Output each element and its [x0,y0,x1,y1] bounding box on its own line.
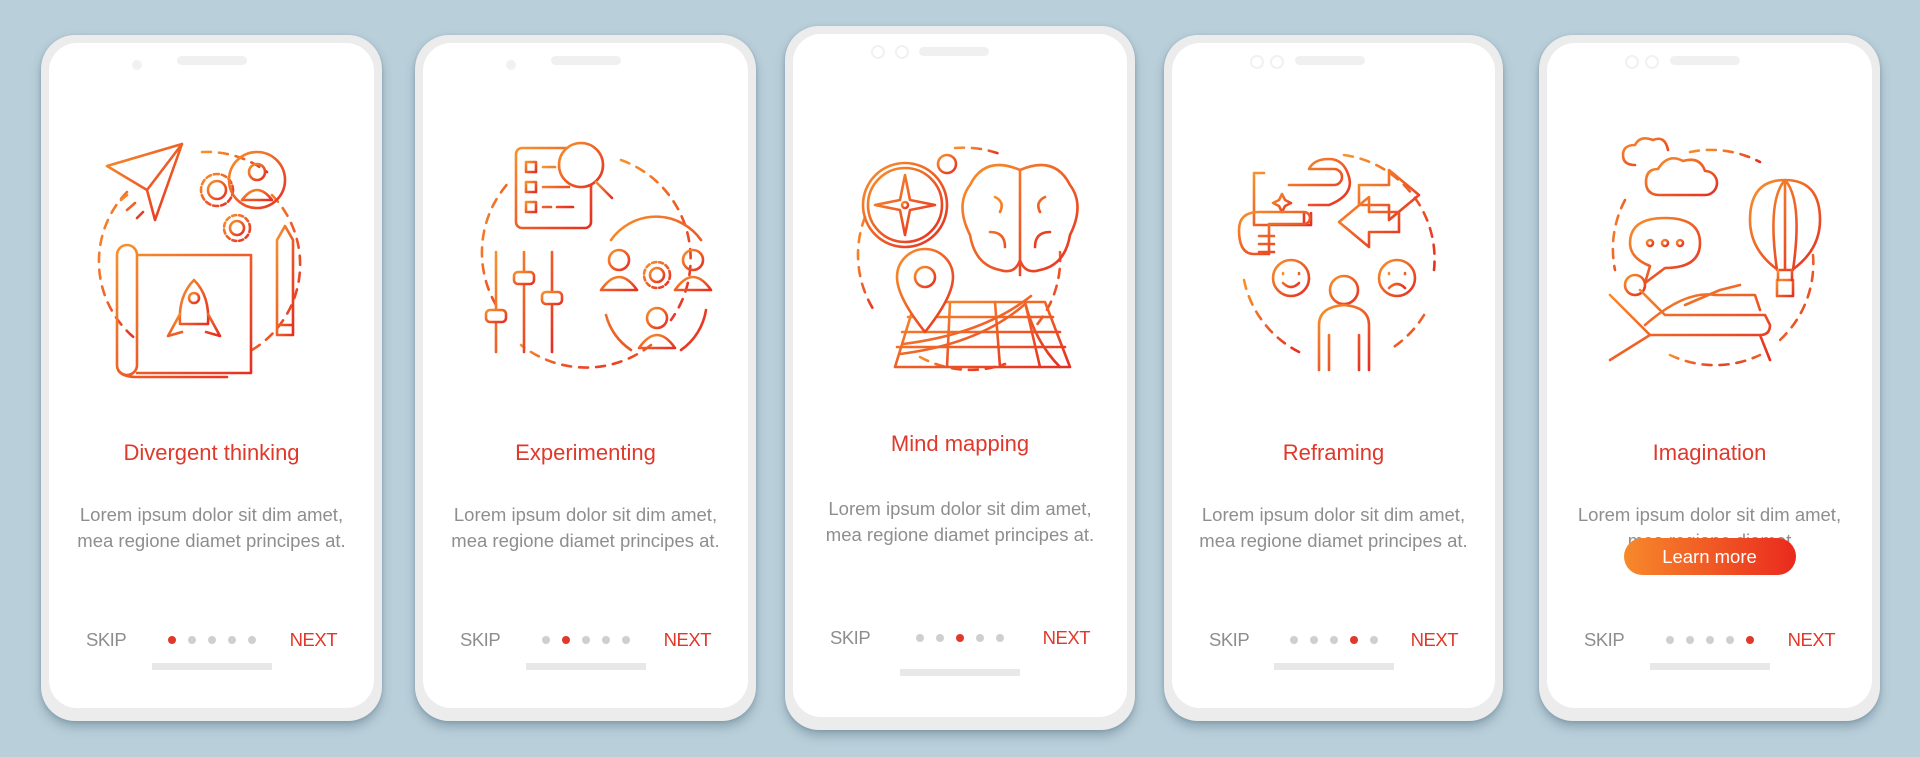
imagination-icon [1595,137,1825,370]
mind-mapping-icon [845,142,1079,372]
skip-button[interactable]: SKIP [86,629,127,651]
phone-screen: Imagination Lorem ipsum dolor sit dim am… [1547,43,1872,708]
front-camera [1625,55,1639,69]
screen-description: Lorem ipsum dolor sit dim amet, mea regi… [825,498,1095,545]
onboarding-screen-divergent-thinking: Divergent thinking Lorem ipsum dolor sit… [41,35,382,721]
learn-more-button[interactable]: Learn more [1623,538,1796,575]
page-dot[interactable] [207,636,216,644]
pagination-dots [167,636,256,644]
front-sensor [1270,55,1284,69]
next-button[interactable]: NEXT [1043,627,1091,649]
home-indicator [1273,663,1394,670]
speaker-grille [551,56,621,65]
home-indicator [1649,663,1770,670]
reframing-icon [1219,140,1449,372]
page-dot-active[interactable] [1349,636,1358,644]
next-button[interactable]: NEXT [1788,629,1836,651]
page-dot[interactable] [1705,636,1714,644]
pagination-dots [916,634,1004,642]
screen-description: Lorem ipsum dolor sit dim amet, mea regi… [451,504,720,551]
onboarding-screen-reframing: Reframing Lorem ipsum dolor sit dim amet… [1164,35,1503,721]
front-camera [506,60,516,70]
page-dot[interactable] [936,634,944,642]
home-indicator [151,663,272,670]
skip-button[interactable]: SKIP [460,629,501,651]
screen-title: Imagination [1652,440,1767,465]
page-dot[interactable] [187,636,196,644]
onboarding-screen-imagination: Imagination Lorem ipsum dolor sit dim am… [1539,35,1880,721]
pagination-dots [1289,636,1378,644]
page-dot[interactable] [976,634,984,642]
screen-title: Experimenting [515,440,656,465]
page-dot[interactable] [1685,636,1694,644]
screen-description: Lorem ipsum dolor sit dim amet, mea regi… [1199,504,1468,551]
page-dot[interactable] [621,636,630,644]
pagination-dots [1665,636,1754,644]
skip-button[interactable]: SKIP [1209,629,1250,651]
page-dot[interactable] [1289,636,1298,644]
speaker-grille [919,47,989,56]
front-sensor [895,45,909,59]
phone-screen: Mind mapping Lorem ipsum dolor sit dim a… [793,34,1127,717]
skip-button[interactable]: SKIP [830,627,871,649]
onboarding-screen-mind-mapping: Mind mapping Lorem ipsum dolor sit dim a… [785,26,1135,730]
onboarding-nav: SKIP NEXT [49,629,374,653]
phone-screen: Divergent thinking Lorem ipsum dolor sit… [49,43,374,708]
page-dot[interactable] [1369,636,1378,644]
page-dot[interactable] [1665,636,1674,644]
page-dot[interactable] [996,634,1004,642]
front-camera [871,45,885,59]
page-dot-active[interactable] [167,636,176,644]
next-button[interactable]: NEXT [664,629,712,651]
speaker-grille [1670,56,1740,65]
page-dot[interactable] [916,634,924,642]
page-dot-active[interactable] [956,634,964,642]
page-dot-active[interactable] [1745,636,1754,644]
onboarding-nav: SKIP NEXT [1172,629,1495,653]
screen-title: Divergent thinking [123,440,300,465]
onboarding-nav: SKIP NEXT [1547,629,1872,653]
onboarding-nav: SKIP NEXT [793,627,1127,651]
page-dot[interactable] [541,636,550,644]
experimenting-icon [471,140,712,370]
onboarding-screen-experimenting: Experimenting Lorem ipsum dolor sit dim … [415,35,756,721]
pagination-dots [541,636,630,644]
divergent-thinking-icon [97,140,327,379]
phone-screen: Experimenting Lorem ipsum dolor sit dim … [423,43,748,708]
front-camera [1250,55,1264,69]
phone-screen: Reframing Lorem ipsum dolor sit dim amet… [1172,43,1495,708]
screen-title: Mind mapping [890,431,1030,456]
next-button[interactable]: NEXT [1411,629,1459,651]
screen-title: Reframing [1282,440,1385,465]
page-dot[interactable] [1329,636,1338,644]
page-dot-active[interactable] [561,636,570,644]
speaker-grille [177,56,247,65]
home-indicator [525,663,646,670]
page-dot[interactable] [601,636,610,644]
page-dot[interactable] [581,636,590,644]
screen-description: Lorem ipsum dolor sit dim amet, mea regi… [77,504,346,551]
speaker-grille [1295,56,1365,65]
front-sensor [1645,55,1659,69]
front-camera [132,60,142,70]
page-dot[interactable] [247,636,256,644]
onboarding-nav: SKIP NEXT [423,629,748,653]
skip-button[interactable]: SKIP [1584,629,1625,651]
page-dot[interactable] [1725,636,1734,644]
home-indicator [900,669,1020,676]
next-button[interactable]: NEXT [290,629,338,651]
page-dot[interactable] [227,636,236,644]
page-dot[interactable] [1309,636,1318,644]
